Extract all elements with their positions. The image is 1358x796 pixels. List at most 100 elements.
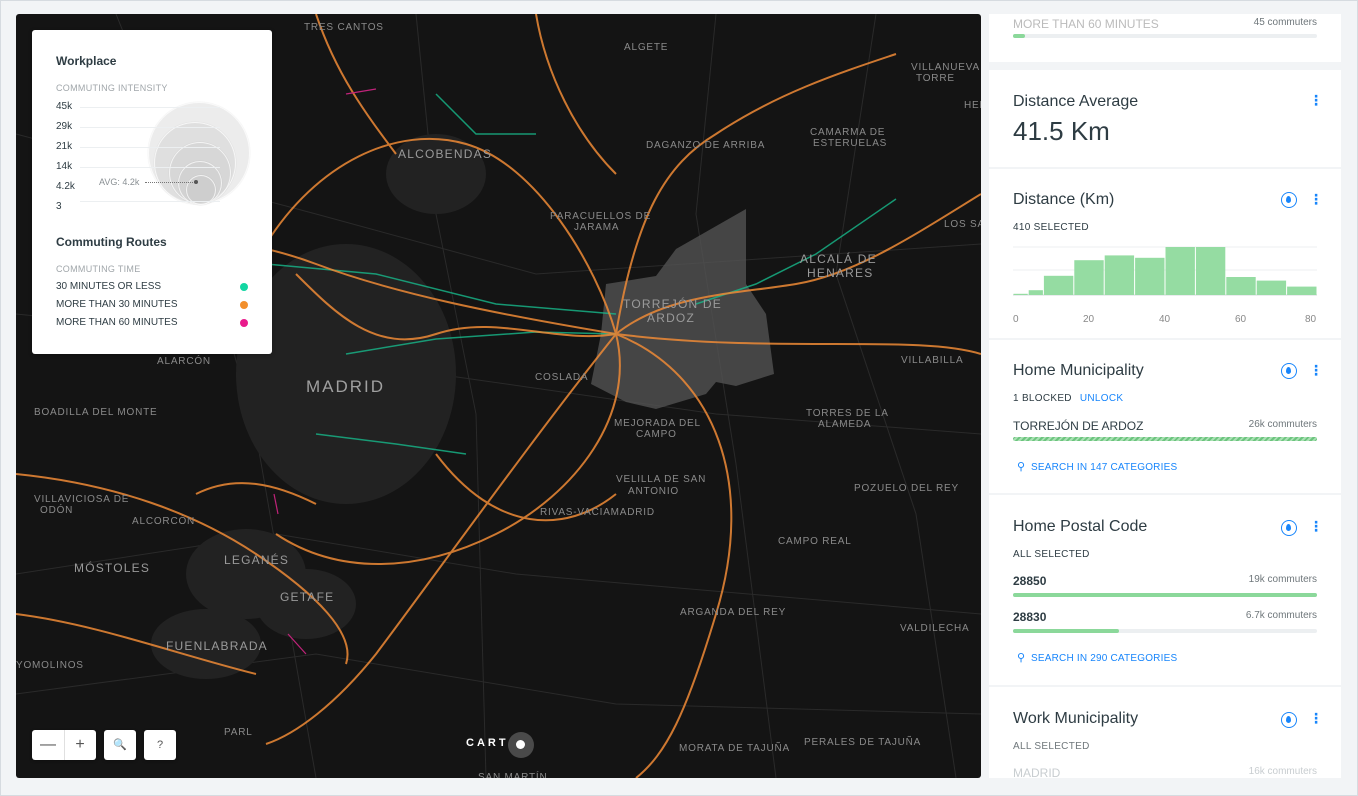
search-icon: ⚲ (1017, 461, 1026, 473)
map-place-label: CAMPO REAL (778, 536, 852, 547)
map-place-label: VILLABILLA (901, 355, 964, 366)
category-bar-fill (1013, 593, 1317, 597)
category-bar-fill (1013, 34, 1026, 38)
legend-route-label: 30 MINUTES OR LESS (56, 281, 162, 292)
category-bar (1013, 629, 1317, 633)
category-row[interactable]: MADRID 16k commuters (1013, 766, 1317, 778)
intensity-gridline (80, 167, 220, 168)
histogram-bar[interactable] (1256, 280, 1287, 295)
widget-status: ALL SELECTED (1013, 549, 1090, 560)
widget-distance-histogram: Distance (Km) ⋮ 410 SELECTED 0 20 40 60 80 (989, 169, 1341, 338)
histogram-bar[interactable] (1043, 275, 1074, 295)
map-place-label: VILLANUEVA DE LA (911, 62, 981, 73)
legend-route-item: 30 MINUTES OR LESS (56, 281, 248, 295)
zoom-in-button[interactable]: + (64, 730, 96, 760)
intensity-tick-5: 4.2k (56, 181, 75, 192)
widget-menu-button[interactable]: ⋮ (1309, 362, 1323, 378)
category-bar (1013, 593, 1317, 597)
widget-menu-button[interactable]: ⋮ (1309, 191, 1323, 207)
map-place-label: SAN MARTÍN (478, 772, 548, 778)
widget-home-postal-code: Home Postal Code ⋮ ALL SELECTED 28850 19… (989, 495, 1341, 685)
map-help-button[interactable]: ? (144, 730, 176, 760)
histogram-bar[interactable] (1165, 247, 1195, 295)
search-categories-label: SEARCH IN 147 CATEGORIES (1031, 462, 1178, 473)
map-place-label: POZUELO DEL REY (854, 483, 959, 494)
widgets-sidebar[interactable]: MORE THAN 60 MINUTES 45 commuters Distan… (989, 14, 1341, 778)
widget-distance-average: Distance Average ⋮ 41.5 Km (989, 70, 1341, 167)
map-place-label: CAMARMA DE (810, 127, 886, 138)
histogram-bar[interactable] (1226, 277, 1256, 295)
histogram-tick-label: 80 (1305, 314, 1317, 325)
legend-route-item: MORE THAN 30 MINUTES (56, 299, 248, 313)
intensity-gridline (80, 127, 220, 128)
color-by-drop-icon[interactable] (1281, 363, 1297, 379)
map-place-label: PARL (224, 727, 253, 738)
widget-title: Home Municipality (1013, 362, 1144, 379)
intensity-average-line (145, 182, 195, 183)
map-place-label: ALCOBENDAS (398, 147, 493, 161)
map-place-label: ARDOZ (647, 311, 695, 325)
histogram-bar[interactable] (1195, 247, 1226, 295)
map-place-label: JARAMA (574, 222, 620, 233)
map-place-label: ESTERUELAS (813, 138, 888, 149)
widget-title: Work Municipality (1013, 710, 1139, 727)
color-by-drop-icon[interactable] (1281, 520, 1297, 536)
map-place-label: VALDILECHA (900, 623, 970, 634)
map-place-label: MEJORADA DEL (614, 418, 701, 429)
map-place-label: RIVAS-VACIAMADRID (540, 507, 655, 518)
map-place-label: VELILLA DE SAN (616, 474, 707, 485)
map[interactable]: TRES CANTOS ALGETE VILLANUEVA DE LATORRE HE… (16, 14, 981, 778)
intensity-tick-2: 29k (56, 121, 73, 132)
histogram-bar[interactable] (1028, 290, 1043, 295)
route-color-dot (240, 301, 248, 309)
histogram-bar[interactable] (1135, 257, 1165, 295)
legend-route-label: MORE THAN 30 MINUTES (56, 299, 178, 310)
category-value: 16k commuters (1248, 766, 1317, 777)
map-place-label: DAGANZO DE ARRIBA (646, 140, 766, 151)
zoom-out-button[interactable]: — (32, 730, 64, 760)
search-icon: 🔍 (113, 739, 127, 751)
color-by-drop-icon[interactable] (1281, 712, 1297, 728)
search-categories-label: SEARCH IN 290 CATEGORIES (1031, 653, 1178, 664)
map-place-label: ALCORCÓN (132, 516, 196, 527)
map-place-label: LOS SAN (944, 219, 981, 230)
category-row[interactable]: 28850 19k commuters (1013, 574, 1317, 588)
legend-route-label: MORE THAN 60 MINUTES (56, 317, 178, 328)
map-search-button[interactable]: 🔍 (104, 730, 136, 760)
intensity-tick-1: 45k (56, 101, 73, 112)
unlock-link[interactable]: UNLOCK (1080, 393, 1123, 404)
legend-workplace-title: Workplace (56, 54, 117, 68)
category-bar-fill (1013, 437, 1317, 441)
map-place-label: TORRE (916, 73, 955, 84)
search-categories-link[interactable]: ⚲ SEARCH IN 147 CATEGORIES (1017, 460, 1177, 473)
map-place-label: ANTONIO (628, 486, 679, 497)
widget-menu-button[interactable]: ⋮ (1309, 710, 1323, 726)
intensity-tick-6: 3 (56, 201, 62, 212)
color-by-drop-icon[interactable] (1281, 192, 1297, 208)
intensity-tick-4: 14k (56, 161, 73, 172)
category-row[interactable]: MORE THAN 60 MINUTES 45 commuters (1013, 17, 1317, 31)
map-place-label: FUENLABRADA (166, 639, 268, 653)
histogram-bar[interactable] (1074, 260, 1104, 295)
map-place-label: BOADILLA DEL MONTE (34, 407, 158, 418)
widget-title: Distance Average (1013, 93, 1139, 110)
map-place-label: HENARES (807, 266, 874, 280)
map-place-label: MÓSTOLES (74, 561, 151, 575)
histogram-bar[interactable] (1287, 286, 1317, 295)
histogram-bar[interactable] (1013, 293, 1028, 295)
category-row[interactable]: TORREJÓN DE ARDOZ 26k commuters (1013, 419, 1317, 433)
widget-menu-button[interactable]: ⋮ (1309, 92, 1323, 108)
legend-intensity-label: COMMUTING INTENSITY (56, 83, 168, 93)
histogram-chart[interactable] (1013, 244, 1317, 296)
widget-menu-button[interactable]: ⋮ (1309, 518, 1323, 534)
route-color-dot (240, 283, 248, 291)
category-row[interactable]: 28830 6.7k commuters (1013, 610, 1317, 624)
map-place-label: ARGANDA DEL REY (680, 607, 787, 618)
category-label: 28830 (1013, 610, 1047, 624)
route-color-dot (240, 319, 248, 327)
category-bar (1013, 34, 1317, 38)
map-place-label: ALAMEDA (818, 419, 872, 430)
search-categories-link[interactable]: ⚲ SEARCH IN 290 CATEGORIES (1017, 651, 1177, 664)
histogram-bar[interactable] (1104, 255, 1135, 295)
map-place-label: MORATA DE TAJUÑA (679, 743, 790, 754)
